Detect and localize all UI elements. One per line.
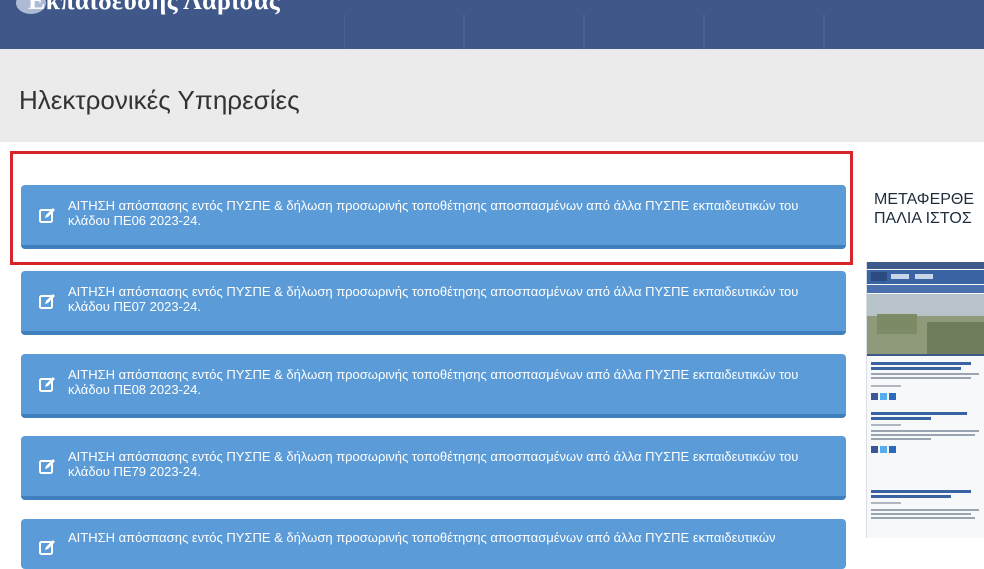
service-label: ΑΙΤΗΣΗ απόσπασης εντός ΠΥΣΠΕ & δήλωση πρ… bbox=[68, 530, 776, 545]
edit-icon bbox=[39, 294, 55, 309]
edit-icon bbox=[39, 540, 55, 555]
page-title: Ηλεκτρονικές Υπηρεσίες bbox=[19, 85, 300, 115]
highlight-annotation bbox=[10, 151, 853, 265]
service-button-pe79[interactable]: ΑΙΤΗΣΗ απόσπασης εντός ΠΥΣΠΕ & δήλωση πρ… bbox=[21, 436, 846, 500]
old-site-preview-image bbox=[867, 262, 984, 538]
banner-title: Εκπαίδευσης Λάρισας bbox=[28, 0, 281, 15]
edit-icon bbox=[39, 459, 55, 474]
top-banner: Εκπαίδευσης Λάρισας bbox=[0, 0, 984, 50]
service-button-pe08[interactable]: ΑΙΤΗΣΗ απόσπασης εντός ΠΥΣΠΕ & δήλωση πρ… bbox=[21, 354, 846, 418]
service-label: ΑΙΤΗΣΗ απόσπασης εντός ΠΥΣΠΕ & δήλωση πρ… bbox=[68, 284, 799, 314]
nav-separators bbox=[344, 14, 825, 49]
service-button-partial[interactable]: ΑΙΤΗΣΗ απόσπασης εντός ΠΥΣΠΕ & δήλωση πρ… bbox=[21, 519, 846, 569]
service-button-pe07[interactable]: ΑΙΤΗΣΗ απόσπασης εντός ΠΥΣΠΕ & δήλωση πρ… bbox=[21, 271, 846, 335]
edit-icon bbox=[39, 377, 55, 392]
service-label: ΑΙΤΗΣΗ απόσπασης εντός ΠΥΣΠΕ & δήλωση πρ… bbox=[68, 367, 799, 397]
moved-heading-line1: ΜΕΤΑΦΕΡΘΕ bbox=[874, 191, 975, 208]
service-label: ΑΙΤΗΣΗ απόσπασης εντός ΠΥΣΠΕ & δήλωση πρ… bbox=[68, 449, 799, 479]
old-site-thumbnail[interactable] bbox=[866, 262, 984, 538]
moved-site-heading[interactable]: ΜΕΤΑΦΕΡΘΕ ΠΑΛΙΑ ΙΣΤΟΣ bbox=[874, 190, 974, 228]
moved-heading-line2: ΠΑΛΙΑ ΙΣΤΟΣ bbox=[874, 210, 972, 227]
